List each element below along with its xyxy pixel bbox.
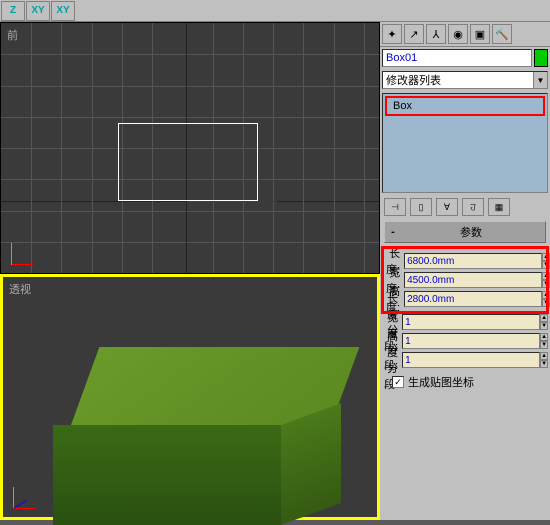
gen-uvw-checkbox[interactable]: ✓	[392, 376, 404, 388]
hseg-row: 高度分段: ▲▼	[384, 351, 546, 369]
params-body: 长度: ▲▼ 宽度: ▲▼ 高度: ▲▼ 长度分段: ▲▼	[380, 245, 550, 396]
axis-z-button[interactable]: Z	[1, 1, 25, 21]
object-name-row	[380, 47, 550, 69]
top-toolbar: Z XY XY	[0, 0, 550, 22]
chevron-down-icon: ▼	[533, 72, 547, 88]
create-tab-icon[interactable]: ✦	[382, 24, 402, 44]
lseg-input[interactable]	[402, 314, 540, 330]
viewport-perspective-label: 透视	[9, 281, 31, 297]
show-end-button[interactable]: ▯	[410, 198, 432, 216]
tripod-y-icon	[13, 487, 14, 509]
width-input[interactable]	[404, 272, 542, 288]
box-face-front	[53, 425, 281, 525]
height-row: 高度: ▲▼	[386, 290, 544, 308]
viewport-front[interactable]: 前	[0, 22, 380, 274]
rollout-title: 参数	[399, 224, 543, 240]
panel-tabs: ✦ ↗ ⅄ ◉ ▣ 🔨	[380, 22, 550, 47]
wseg-row: 宽度分段: ▲▼	[384, 332, 546, 350]
rollout-toggle-icon: -	[387, 226, 399, 238]
tripod-x-icon	[13, 508, 35, 509]
wseg-spinner[interactable]: ▲▼	[540, 333, 548, 349]
hseg-spinner[interactable]: ▲▼	[540, 352, 548, 368]
axis-xy-button[interactable]: XY	[26, 1, 50, 21]
viewports-container: 前 透视	[0, 22, 380, 520]
command-panel: ✦ ↗ ⅄ ◉ ▣ 🔨 修改器列表 ▼ Box ⊣ ▯ ∀ ਹ ▦ - 参数	[380, 22, 550, 520]
configure-button[interactable]: ▦	[488, 198, 510, 216]
height-spinner[interactable]: ▲▼	[542, 291, 550, 307]
modifier-list-dropdown[interactable]: 修改器列表 ▼	[382, 71, 548, 89]
utilities-tab-icon[interactable]: 🔨	[492, 24, 512, 44]
hseg-input[interactable]	[402, 352, 540, 368]
stack-toolbar: ⊣ ▯ ∀ ਹ ▦	[380, 195, 550, 219]
tripod-x-icon	[11, 264, 33, 265]
lseg-row: 长度分段: ▲▼	[384, 313, 546, 331]
hierarchy-tab-icon[interactable]: ⅄	[426, 24, 446, 44]
modifier-stack[interactable]: Box	[382, 93, 548, 193]
display-tab-icon[interactable]: ▣	[470, 24, 490, 44]
gen-uvw-row: ✓ 生成贴图坐标	[384, 370, 546, 394]
gizmo-x-axis[interactable]	[187, 201, 277, 202]
params-rollout-header[interactable]: - 参数	[384, 221, 546, 243]
motion-tab-icon[interactable]: ◉	[448, 24, 468, 44]
viewport-perspective[interactable]: 透视	[0, 274, 380, 520]
width-spinner[interactable]: ▲▼	[542, 272, 550, 288]
axis-xy2-button[interactable]: XY	[51, 1, 75, 21]
dimension-highlight: 长度: ▲▼ 宽度: ▲▼ 高度: ▲▼	[384, 249, 546, 311]
wseg-input[interactable]	[402, 333, 540, 349]
object-name-input[interactable]	[382, 49, 532, 67]
modifier-stack-item[interactable]: Box	[387, 98, 543, 114]
viewport-tripod	[11, 229, 47, 265]
object-color-swatch[interactable]	[534, 49, 548, 67]
unique-button[interactable]: ∀	[436, 198, 458, 216]
height-input[interactable]	[404, 291, 542, 307]
length-input[interactable]	[404, 253, 542, 269]
remove-mod-button[interactable]: ਹ	[462, 198, 484, 216]
lseg-spinner[interactable]: ▲▼	[540, 314, 548, 330]
box-face-right	[281, 403, 341, 525]
tripod-y-icon	[11, 243, 12, 265]
modifier-dropdown-label: 修改器列表	[386, 72, 441, 88]
length-row: 长度: ▲▼	[386, 252, 544, 270]
main-area: 前 透视	[0, 22, 550, 520]
gen-uvw-label: 生成贴图坐标	[408, 374, 474, 390]
length-spinner[interactable]: ▲▼	[542, 253, 550, 269]
box-wireframe[interactable]	[118, 123, 258, 201]
modify-tab-icon[interactable]: ↗	[404, 24, 424, 44]
pin-stack-button[interactable]: ⊣	[384, 198, 406, 216]
viewport-tripod	[13, 473, 49, 509]
width-row: 宽度: ▲▼	[386, 271, 544, 289]
